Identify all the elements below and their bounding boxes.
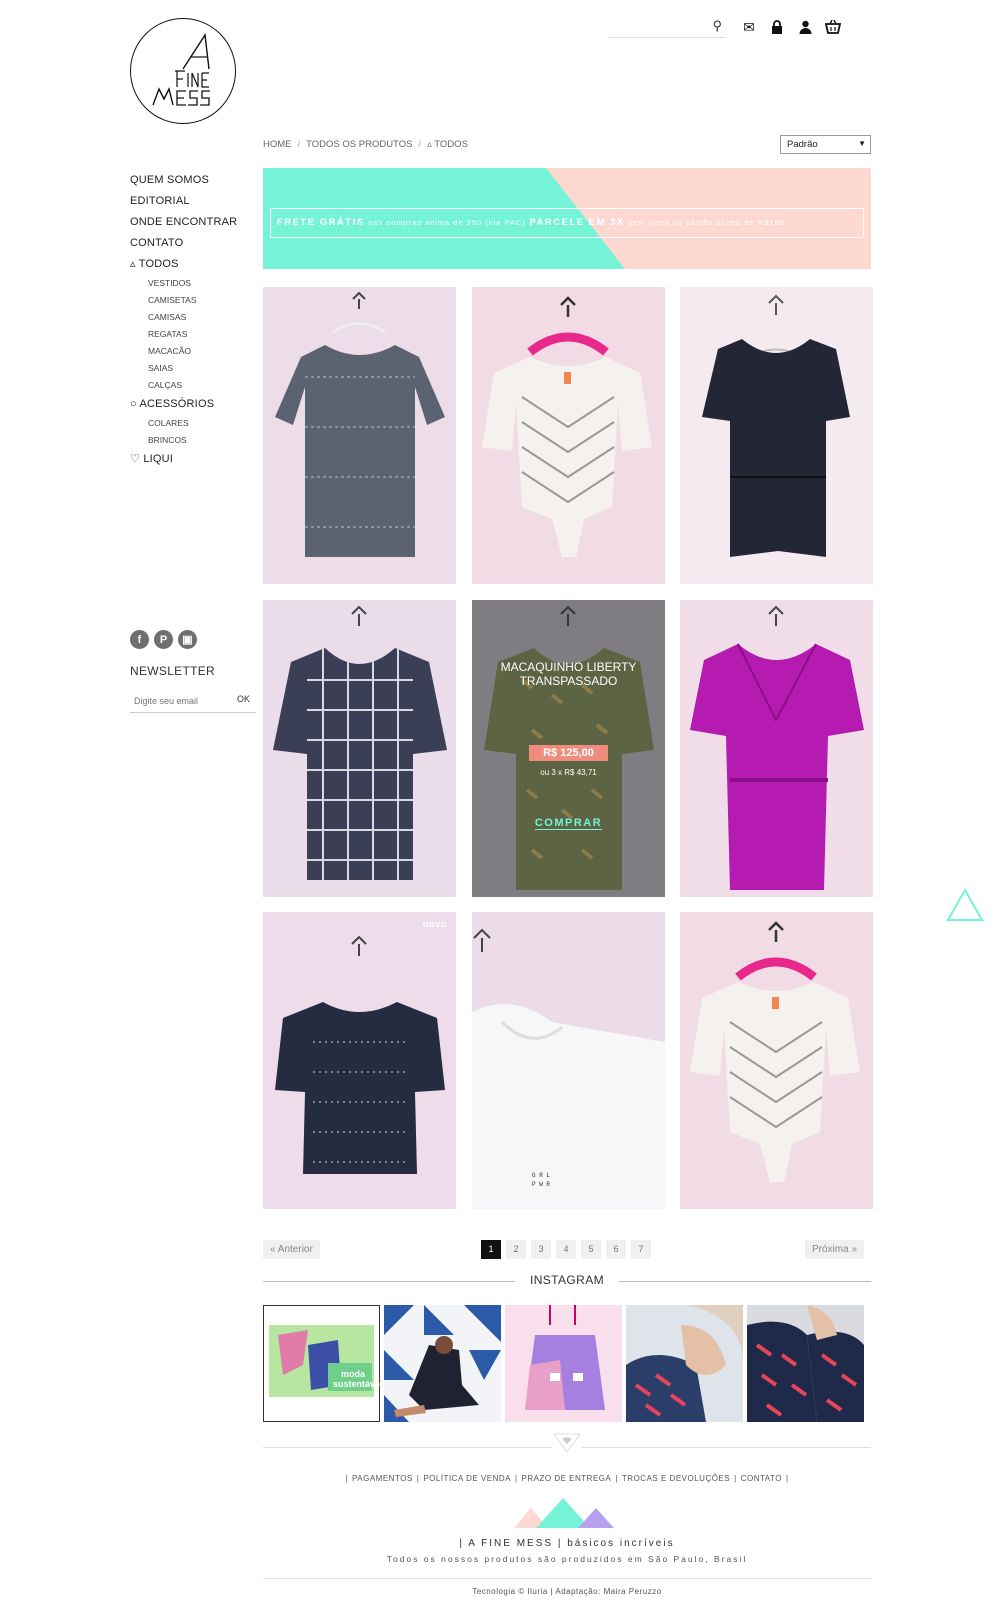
sidebar-item-liqui[interactable]: ♡ LIQUI bbox=[130, 449, 250, 470]
pinterest-icon[interactable]: P bbox=[154, 630, 173, 649]
breadcrumb-all-products[interactable]: TODOS OS PRODUTOS bbox=[306, 139, 412, 150]
footer-link-prazo[interactable]: PRAZO DE ENTREGA bbox=[522, 1474, 612, 1483]
instagram-post[interactable] bbox=[747, 1305, 864, 1422]
product-price: R$ 125,00 bbox=[529, 745, 608, 761]
product-name[interactable]: MACAQUINHO LIBERTY TRANSPASSADO bbox=[482, 660, 655, 688]
product-card[interactable] bbox=[680, 912, 873, 1209]
product-card[interactable] bbox=[472, 287, 665, 584]
breadcrumb-home[interactable]: HOME bbox=[263, 139, 292, 150]
page-7[interactable]: 7 bbox=[631, 1240, 651, 1259]
sort-select[interactable]: Padrão ▼ bbox=[780, 135, 871, 154]
basket-icon[interactable] bbox=[824, 18, 842, 36]
promo-banner[interactable]: FRETE GRÁTIS nas compras acima de 250 (v… bbox=[263, 168, 871, 269]
footer-made-in: Todos os nossos produtos são produzidos … bbox=[386, 1554, 748, 1564]
footer-adapt-credit: Adaptação: Maira Peruzzo bbox=[555, 1587, 662, 1596]
pagination: 1 2 3 4 5 6 7 bbox=[481, 1240, 651, 1259]
instagram-post[interactable] bbox=[384, 1305, 501, 1422]
instagram-post-text: moda sustentável bbox=[333, 1369, 380, 1389]
newsletter-email-input[interactable] bbox=[130, 696, 230, 706]
sort-selected: Padrão bbox=[787, 139, 818, 150]
footer-link-pagamentos[interactable]: PAGAMENTOS bbox=[352, 1474, 413, 1483]
buy-button-label: COMPRAR bbox=[534, 817, 603, 830]
breadcrumb-current[interactable]: ▵ TODOS bbox=[427, 139, 468, 150]
product-card[interactable] bbox=[680, 600, 873, 897]
sidebar-subitem-saias[interactable]: SAIAS bbox=[130, 360, 250, 377]
installments-label: PARCELE EM 3X bbox=[529, 217, 625, 228]
envelope-icon[interactable]: ✉ bbox=[740, 18, 758, 36]
installments-detail: sem juros no cartão acima de R$150 bbox=[628, 218, 785, 227]
free-shipping-detail: nas compras acima de 250 (via PAC) bbox=[368, 218, 526, 227]
footer-brand-name: A FINE MESS bbox=[468, 1538, 554, 1549]
page-4[interactable]: 4 bbox=[556, 1240, 576, 1259]
search-icon[interactable]: ⚲ bbox=[712, 18, 722, 34]
header-icons: ✉ bbox=[740, 18, 842, 38]
footer-brand-tagline: básicos incríveis bbox=[567, 1538, 675, 1549]
sidebar-subitem-macacao[interactable]: MACACÃO bbox=[130, 343, 250, 360]
user-icon[interactable] bbox=[796, 18, 814, 36]
page-5[interactable]: 5 bbox=[581, 1240, 601, 1259]
social-links: f P ▣ bbox=[130, 630, 197, 649]
page-2[interactable]: 2 bbox=[506, 1240, 526, 1259]
footer-brand: | A FINE MESS | básicos incríveis bbox=[459, 1538, 675, 1549]
product-card-hovered[interactable]: MACAQUINHO LIBERTY TRANSPASSADO R$ 125,0… bbox=[472, 600, 665, 897]
footer-link-politica[interactable]: POLÍTICA DE VENDA bbox=[423, 1474, 511, 1483]
sidebar-subitem-camisetas[interactable]: CAMISETAS bbox=[130, 292, 250, 309]
sidebar-subitem-brincos[interactable]: BRINCOS bbox=[130, 432, 250, 449]
facebook-icon[interactable]: f bbox=[130, 630, 149, 649]
next-page-button[interactable]: Próxima » bbox=[805, 1240, 865, 1259]
footer-link-trocas[interactable]: TROCAS E DEVOLUÇÕES bbox=[622, 1474, 730, 1483]
footer-tech: Tecnologia © Iluria | Adaptação: Maira P… bbox=[472, 1587, 662, 1596]
product-card[interactable]: NOVO bbox=[263, 912, 456, 1209]
sidebar-item-todos[interactable]: ▵ TODOS bbox=[130, 254, 250, 275]
sidebar-subitem-calcas[interactable]: CALÇAS bbox=[130, 377, 250, 394]
page-3[interactable]: 3 bbox=[531, 1240, 551, 1259]
product-card[interactable] bbox=[263, 600, 456, 897]
product-hover-overlay: MACAQUINHO LIBERTY TRANSPASSADO R$ 125,0… bbox=[472, 600, 665, 897]
footer-link-contato[interactable]: CONTATO bbox=[741, 1474, 782, 1483]
instagram-post[interactable] bbox=[505, 1305, 622, 1422]
footer-divider-bottom bbox=[263, 1578, 871, 1579]
sidebar-item-quem-somos[interactable]: QUEM SOMOS bbox=[130, 170, 250, 191]
breadcrumb: HOME / TODOS OS PRODUTOS / ▵ TODOS bbox=[263, 139, 468, 150]
product-card[interactable] bbox=[680, 287, 873, 584]
chevron-down-icon: ▼ bbox=[858, 139, 866, 148]
newsletter-ok-button[interactable]: OK bbox=[237, 694, 250, 704]
search-input[interactable] bbox=[608, 16, 704, 36]
new-badge-label: NOVO bbox=[422, 920, 447, 929]
sidebar-subitem-regatas[interactable]: REGATAS bbox=[130, 326, 250, 343]
svg-text:P W R: P W R bbox=[532, 1181, 550, 1188]
free-shipping-label: FRETE GRÁTIS bbox=[277, 217, 365, 228]
product-card[interactable]: G R L P W R bbox=[472, 912, 665, 1209]
sidebar-item-contato[interactable]: CONTATO bbox=[130, 233, 250, 254]
sidebar-subitem-colares[interactable]: COLARES bbox=[130, 415, 250, 432]
buy-button[interactable]: COMPRAR bbox=[472, 817, 665, 830]
sidebar-item-editorial[interactable]: EDITORIAL bbox=[130, 191, 250, 212]
sidebar-nav: QUEM SOMOS EDITORIAL ONDE ENCONTRAR CONT… bbox=[130, 170, 250, 470]
instagram-title: INSTAGRAM bbox=[515, 1273, 619, 1287]
sidebar-subitem-camisas[interactable]: CAMISAS bbox=[130, 309, 250, 326]
product-installments: ou 3 x R$ 43,71 bbox=[540, 768, 597, 777]
newsletter-title: NEWSLETTER bbox=[130, 664, 216, 678]
sidebar-subitem-vestidos[interactable]: VESTIDOS bbox=[130, 275, 250, 292]
page-6[interactable]: 6 bbox=[606, 1240, 626, 1259]
mountains-logo bbox=[514, 1498, 618, 1533]
promo-banner-text: FRETE GRÁTIS nas compras acima de 250 (v… bbox=[270, 208, 864, 238]
instagram-icon[interactable]: ▣ bbox=[178, 630, 197, 649]
footer-links: | PAGAMENTOS | POLÍTICA DE VENDA | PRAZO DE E… bbox=[345, 1474, 789, 1483]
heart-icon bbox=[552, 1432, 582, 1454]
newsletter-form: OK bbox=[130, 691, 256, 713]
svg-text:G R L: G R L bbox=[532, 1172, 550, 1179]
logo[interactable] bbox=[130, 18, 236, 124]
prev-page-button[interactable]: « Anterior bbox=[263, 1240, 320, 1259]
search-bar[interactable]: ⚲ bbox=[608, 16, 726, 38]
sidebar-item-onde-encontrar[interactable]: ONDE ENCONTRAR bbox=[130, 212, 250, 233]
instagram-post[interactable]: moda sustentável bbox=[263, 1305, 380, 1422]
page-1[interactable]: 1 bbox=[481, 1240, 501, 1259]
lock-icon[interactable] bbox=[768, 18, 786, 36]
footer-tech-credit[interactable]: Tecnologia © Iluria bbox=[472, 1587, 547, 1596]
back-to-top-button[interactable] bbox=[946, 887, 984, 927]
product-card[interactable] bbox=[263, 287, 456, 584]
instagram-post[interactable] bbox=[626, 1305, 743, 1422]
sidebar-item-acessorios[interactable]: ○ ACESSÓRIOS bbox=[130, 394, 250, 415]
